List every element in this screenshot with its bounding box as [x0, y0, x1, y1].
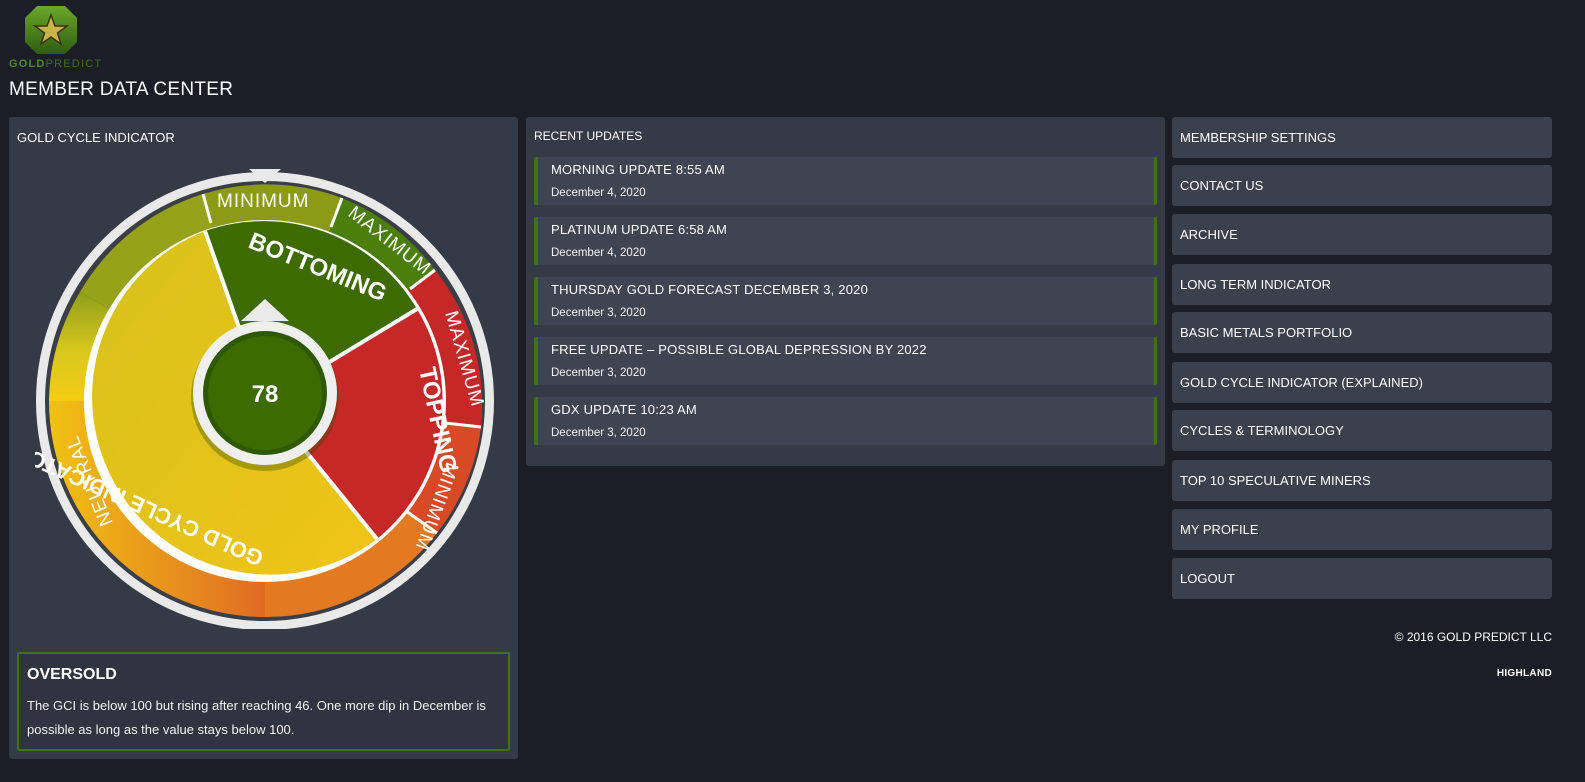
- page-title: MEMBER DATA CENTER: [9, 79, 234, 100]
- menu-archive[interactable]: ARCHIVE: [1172, 214, 1552, 255]
- gci-gauge: MINIMUM MAXIMUM MAXIMUM MINIMUM NEUTRAL …: [10, 161, 495, 630]
- gci-gauge-svg: MINIMUM MAXIMUM MAXIMUM MINIMUM NEUTRAL …: [10, 169, 494, 630]
- update-item[interactable]: FREE UPDATE – POSSIBLE GLOBAL DEPRESSION…: [534, 337, 1157, 385]
- gci-panel: GOLD CYCLE INDICATOR MINIMUM MAXIMUM MAX…: [9, 117, 518, 759]
- gci-title: GOLD CYCLE INDICATOR: [17, 130, 175, 145]
- menu-basic-metals-portfolio[interactable]: BASIC METALS PORTFOLIO: [1172, 312, 1552, 353]
- update-title[interactable]: MORNING UPDATE 8:55 AM: [551, 162, 1154, 177]
- brand-logo[interactable]: GOLDPREDICT: [9, 4, 103, 70]
- gci-status-description: The GCI is below 100 but rising after re…: [27, 698, 486, 737]
- update-date: December 3, 2020: [551, 427, 646, 439]
- recent-updates-panel: RECENT UPDATES MORNING UPDATE 8:55 AM De…: [526, 117, 1165, 466]
- update-date: December 4, 2020: [551, 247, 646, 259]
- menu-my-profile[interactable]: MY PROFILE: [1172, 509, 1552, 550]
- update-title[interactable]: PLATINUM UPDATE 6:58 AM: [551, 222, 1154, 237]
- update-date: December 4, 2020: [551, 187, 646, 199]
- update-item[interactable]: GDX UPDATE 10:23 AM December 3, 2020: [534, 397, 1157, 445]
- update-date: December 3, 2020: [551, 367, 646, 379]
- update-title[interactable]: FREE UPDATE – POSSIBLE GLOBAL DEPRESSION…: [551, 342, 1154, 357]
- menu-top-10-speculative-miners[interactable]: TOP 10 SPECULATIVE MINERS: [1172, 460, 1552, 501]
- update-title[interactable]: GDX UPDATE 10:23 AM: [551, 402, 1154, 417]
- gci-status-box: OVERSOLD The GCI is below 100 but rising…: [17, 652, 510, 751]
- menu-membership-settings[interactable]: MEMBERSHIP SETTINGS: [1172, 117, 1552, 158]
- gci-status-title: OVERSOLD: [27, 666, 117, 683]
- gci-value: 78: [252, 381, 279, 408]
- menu-gci-explained[interactable]: GOLD CYCLE INDICATOR (EXPLAINED): [1172, 362, 1552, 403]
- menu-logout[interactable]: LOGOUT: [1172, 558, 1552, 599]
- footer-credit-link[interactable]: HIGHLAND: [1497, 668, 1552, 679]
- menu-cycles-terminology[interactable]: CYCLES & TERMINOLOGY: [1172, 410, 1552, 451]
- update-item[interactable]: PLATINUM UPDATE 6:58 AM December 4, 2020: [534, 217, 1157, 265]
- recent-updates-title: RECENT UPDATES: [534, 129, 643, 143]
- brand-wordmark: GOLDPREDICT: [9, 58, 103, 70]
- update-title[interactable]: THURSDAY GOLD FORECAST DECEMBER 3, 2020: [551, 282, 1154, 297]
- update-item[interactable]: THURSDAY GOLD FORECAST DECEMBER 3, 2020 …: [534, 277, 1157, 325]
- menu-long-term-indicator[interactable]: LONG TERM INDICATOR: [1172, 264, 1552, 305]
- update-item[interactable]: MORNING UPDATE 8:55 AM December 4, 2020: [534, 157, 1157, 205]
- menu-contact-us[interactable]: CONTACT US: [1172, 165, 1552, 206]
- gauge-label-minimum-top: MINIMUM: [217, 191, 309, 212]
- star-shield-icon: [25, 6, 77, 54]
- footer-copyright: © 2016 GOLD PREDICT LLC: [1394, 630, 1552, 644]
- update-date: December 3, 2020: [551, 307, 646, 319]
